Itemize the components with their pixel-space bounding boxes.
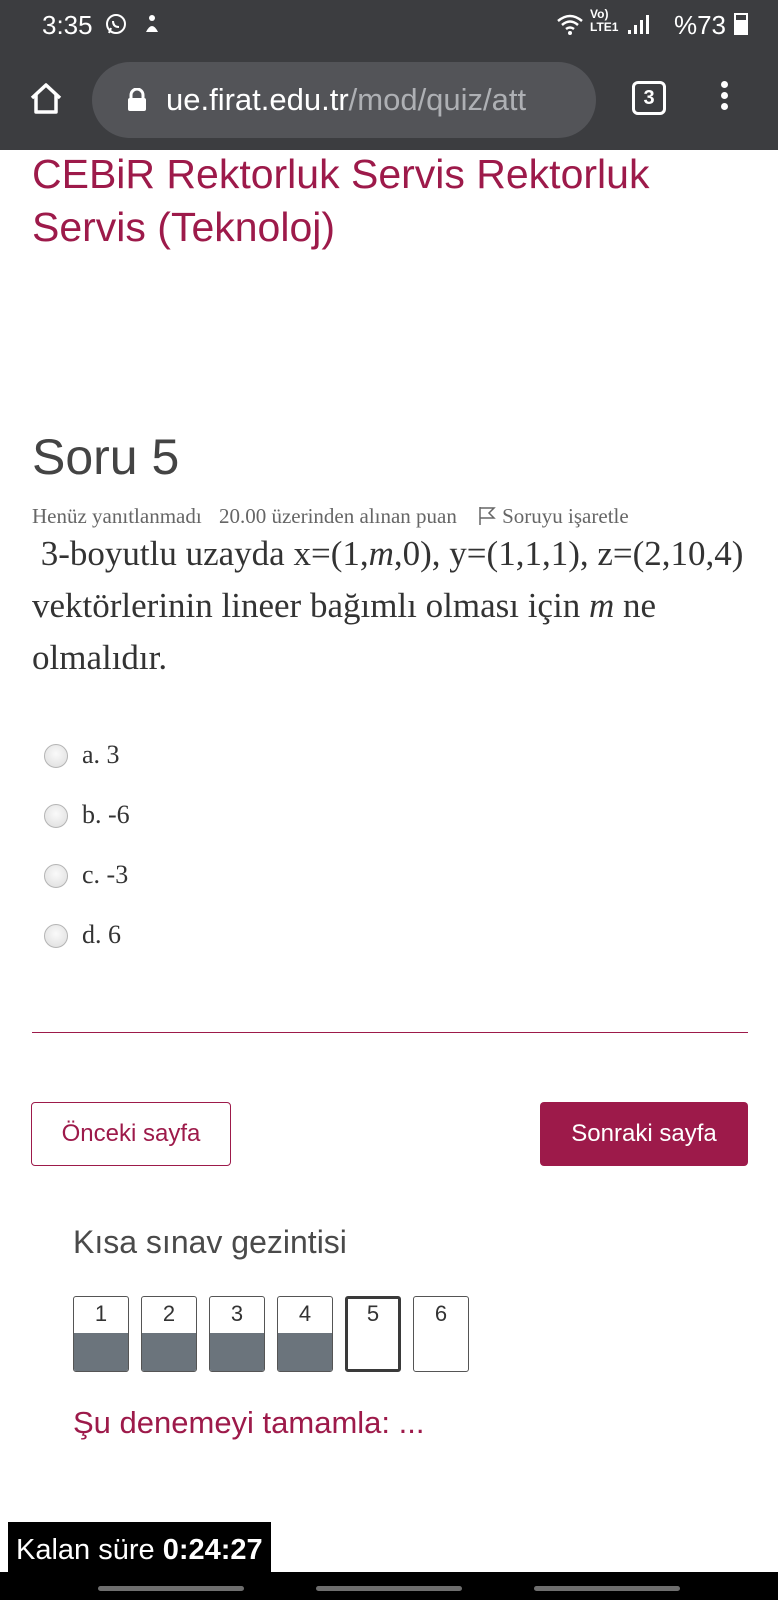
answer-options: a. 3 b. -6 c. -3 d. 6	[44, 740, 130, 980]
url-path: /mod/quiz/att	[348, 82, 527, 117]
lock-icon	[128, 88, 146, 111]
question-nav-button-3[interactable]: 3	[209, 1296, 265, 1372]
question-points: 20.00 üzerinden alınan puan	[218, 504, 457, 528]
recents-gesture-bar[interactable]	[98, 1586, 244, 1591]
answer-option-label[interactable]: d. 6	[82, 920, 121, 950]
course-title[interactable]: CEBiR Rektorluk Servis Rektorluk Servis …	[32, 148, 752, 254]
radio-button[interactable]	[44, 924, 68, 948]
time-remaining: Kalan süre 0:24:27	[8, 1522, 271, 1578]
finish-attempt-link[interactable]: Şu denemeyi tamamla: ...	[73, 1405, 425, 1441]
question-nav-button-4[interactable]: 4	[277, 1296, 333, 1372]
overflow-menu-icon[interactable]	[714, 78, 734, 118]
radio-button[interactable]	[44, 804, 68, 828]
home-icon[interactable]	[26, 78, 66, 118]
wifi-icon	[557, 14, 583, 35]
question-nav-button-5[interactable]: 5	[345, 1296, 401, 1372]
answer-option-label[interactable]: a. 3	[82, 740, 120, 770]
url-host: ue.firat.edu.tr	[166, 82, 349, 117]
question-status: Henüz yanıtlanmadı	[32, 504, 202, 528]
signal-icon	[628, 15, 649, 34]
answer-option-label[interactable]: b. -6	[82, 800, 130, 830]
network-indicator: Vo) LTE1	[590, 7, 619, 34]
divider	[32, 1032, 748, 1033]
timer-label: Kalan süre	[16, 1534, 155, 1566]
home-gesture-bar[interactable]	[316, 1586, 462, 1591]
question-text: 3-boyutlu uzayda x=(1,m,0), y=(1,1,1), z…	[32, 534, 744, 677]
tab-switcher-button[interactable]: 3	[632, 81, 666, 115]
answer-option-c[interactable]: c. -3	[44, 860, 130, 920]
status-bar: 3:35 Vo) LTE1 %73	[0, 0, 778, 52]
previous-page-button[interactable]: Önceki sayfa	[31, 1102, 231, 1166]
answer-option-a[interactable]: a. 3	[44, 740, 130, 800]
battery-percent: %73	[673, 10, 726, 40]
browser-toolbar: ue.firat.edu.tr/mod/quiz/att 3	[0, 52, 778, 150]
flag-icon	[479, 507, 496, 525]
url-text: ue.firat.edu.tr/mod/quiz/att	[166, 82, 526, 118]
question-nav-button-6[interactable]: 6	[413, 1296, 469, 1372]
quiz-navigation-title: Kısa sınav gezintisi	[73, 1224, 347, 1260]
battery-icon	[734, 13, 748, 35]
vpn-person-icon	[146, 15, 158, 32]
address-bar[interactable]: ue.firat.edu.tr/mod/quiz/att	[92, 62, 596, 138]
answer-option-d[interactable]: d. 6	[44, 920, 130, 980]
whatsapp-icon	[106, 14, 126, 34]
question-heading: Soru 5	[32, 429, 180, 485]
answer-option-b[interactable]: b. -6	[44, 800, 130, 860]
flag-question-label: Soruyu işaretle	[502, 504, 629, 528]
status-time: 3:35	[42, 10, 93, 40]
radio-button[interactable]	[44, 744, 68, 768]
answer-option-label[interactable]: c. -3	[82, 860, 128, 890]
back-gesture-bar[interactable]	[534, 1586, 680, 1591]
question-info: Henüz yanıtlanmadı 20.00 üzerinden alına…	[32, 504, 653, 529]
radio-button[interactable]	[44, 864, 68, 888]
question-nav-button-1[interactable]: 1	[73, 1296, 129, 1372]
question-nav-button-2[interactable]: 2	[141, 1296, 197, 1372]
next-page-button[interactable]: Sonraki sayfa	[540, 1102, 748, 1166]
system-navigation-bar	[0, 1572, 778, 1600]
quiz-navigation: 1 2 3 4 5 6	[73, 1296, 481, 1372]
timer-value: 0:24:27	[162, 1534, 263, 1566]
flag-question-link[interactable]: Soruyu işaretle	[474, 504, 641, 528]
